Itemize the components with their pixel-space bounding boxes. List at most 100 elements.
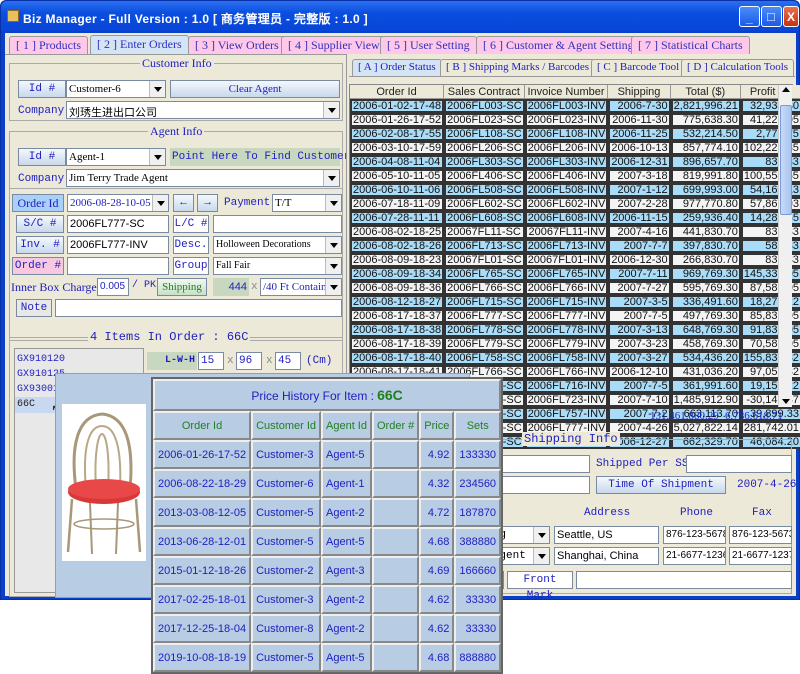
tab-customer-agent-setting[interactable]: [ 6 ] Customer & Agent Setting xyxy=(476,36,641,54)
table-row[interactable]: 2006-07-18-11-09 2006FL602-SC 2006FL602-IN… xyxy=(350,197,800,211)
prev-order-button[interactable]: ← xyxy=(173,194,194,212)
tab-products[interactable]: [ 1 ] Products xyxy=(9,36,88,54)
tab-statistical-charts[interactable]: [ 7 ] Statistical Charts xyxy=(631,36,750,54)
table-cell: 2006FL108-SC xyxy=(444,127,525,141)
table-row[interactable]: 2006-08-17-18-39 2006FL779-SC 2006FL779-IN… xyxy=(350,337,800,351)
payment-label: Payment xyxy=(224,197,271,209)
shipper-phone-input[interactable]: 876-123-5678 xyxy=(663,526,726,544)
tab-barcode-tool[interactable]: [ C ] Barcode Tool xyxy=(591,59,686,76)
list-item[interactable]: GX910120 xyxy=(17,354,65,365)
customer-id-button[interactable]: Id # xyxy=(18,80,66,98)
column-header[interactable]: Sales Contract xyxy=(444,85,525,99)
table-cell: 2006-12-31 xyxy=(608,155,671,169)
table-cell: 2006FL713-SC xyxy=(444,239,525,253)
note-input[interactable] xyxy=(55,299,342,317)
column-header[interactable]: Total ($) xyxy=(670,85,741,99)
agent-info-legend: Agent Info xyxy=(148,124,205,139)
agent-id-button[interactable]: Id # xyxy=(18,148,66,166)
scroll-up-icon[interactable] xyxy=(782,87,790,92)
minimize-button[interactable]: _ xyxy=(739,6,760,27)
column-header[interactable]: Shipping xyxy=(608,85,671,99)
table-row[interactable]: 2006-03-10-17-59 2006FL206-SC 2006FL206-IN… xyxy=(350,141,800,155)
agent-id-select[interactable]: Agent-1 xyxy=(66,148,166,166)
table-cell: 2006FL766-INV xyxy=(524,365,609,379)
tab-supplier-view[interactable]: [ 4 ] Supplier View xyxy=(281,36,387,54)
table-cell: 2006-01-26-17-52 xyxy=(350,113,445,127)
agent-address-input[interactable]: Shanghai, China xyxy=(554,547,659,565)
note-button[interactable]: Note xyxy=(16,299,52,317)
table-row[interactable]: 2006-02-08-17-55 2006FL108-SC 2006FL108-IN… xyxy=(350,127,800,141)
table-row[interactable]: 2006-08-09-18-34 2006FL765-SC 2006FL765-IN… xyxy=(350,267,800,281)
tab-order-status[interactable]: [ A ] Order Status xyxy=(352,59,442,76)
time-of-shipment-button[interactable]: Time Of Shipment xyxy=(596,476,726,494)
fax-header: Fax xyxy=(752,507,772,519)
agent-phone-input[interactable]: 21-6677-1236 xyxy=(663,547,726,565)
group-select[interactable]: Fall Fair xyxy=(213,257,342,275)
order-id-button[interactable]: Order Id xyxy=(12,194,64,212)
list-item[interactable]: GX93001 xyxy=(17,384,59,395)
tab-view-orders[interactable]: [ 3 ] View Orders xyxy=(188,36,286,54)
lc-input[interactable] xyxy=(213,215,342,233)
sc-input[interactable]: 2006FL777-SC xyxy=(67,215,169,233)
inner-box-charge-label: Inner Box Charge xyxy=(11,280,97,294)
maximize-button[interactable]: □ xyxy=(761,6,782,27)
scrollbar-thumb[interactable] xyxy=(780,105,792,215)
table-cell: 2006FL779-INV xyxy=(524,337,609,351)
front-mark-input[interactable] xyxy=(576,571,792,589)
tab-enter-orders[interactable]: [ 2 ] Enter Orders xyxy=(90,35,189,55)
tab-shipping-marks[interactable]: [ B ] Shipping Marks / Barcodes xyxy=(440,59,595,76)
table-row[interactable]: 2006-08-17-18-38 2006FL778-SC 2006FL778-IN… xyxy=(350,323,800,337)
agent-company-select[interactable]: Jim Terry Trade Agent xyxy=(66,169,340,187)
shipper-address-input[interactable]: Seattle, US xyxy=(554,526,659,544)
agent-fax-input[interactable]: 21-6677-1237 xyxy=(729,547,792,565)
table-row[interactable]: 2006-08-02-18-25 20067FL11-SC 20067FL11-IN… xyxy=(350,225,800,239)
height-input[interactable]: 45 xyxy=(275,352,301,370)
table-row[interactable]: 2006-04-08-11-04 2006FL303-SC 2006FL303-IN… xyxy=(350,155,800,169)
invoice-input[interactable]: 2006FL777-INV xyxy=(67,236,169,254)
table-cell: 2006FL713-INV xyxy=(524,239,609,253)
table-cell: 2006FL108-INV xyxy=(524,127,609,141)
find-customer-hint[interactable]: Point Here To Find Customer xyxy=(170,148,350,166)
clear-agent-button[interactable]: Clear Agent xyxy=(170,80,340,98)
desc-select[interactable]: Holloween Decorations xyxy=(213,236,342,254)
tab-user-setting[interactable]: [ 5 ] User Setting xyxy=(380,36,477,54)
table-row[interactable]: 2006-08-17-18-40 2006FL758-SC 2006FL758-IN… xyxy=(350,351,800,365)
next-order-button[interactable]: → xyxy=(197,194,218,212)
order-number-input[interactable] xyxy=(67,257,169,275)
group-button[interactable]: Group xyxy=(173,257,209,275)
sc-button[interactable]: S/C # xyxy=(16,215,64,233)
column-header[interactable]: Invoice Number xyxy=(524,85,609,99)
table-row[interactable]: 2006-06-10-11-06 2006FL508-SC 2006FL508-IN… xyxy=(350,183,800,197)
shipped-per-ss-input[interactable] xyxy=(686,455,792,473)
customer-id-select[interactable]: Customer-6 xyxy=(66,80,166,98)
close-button[interactable]: X xyxy=(783,6,799,27)
shipping-button[interactable]: Shipping xyxy=(157,278,207,296)
scroll-down-icon[interactable] xyxy=(782,399,790,404)
desc-button[interactable]: Desc. xyxy=(173,236,209,254)
table-row[interactable]: 2006-08-09-18-23 20067FL01-SC 20067FL01-IN… xyxy=(350,253,800,267)
table-row[interactable]: 2006-07-28-11-11 2006FL608-SC 2006FL608-IN… xyxy=(350,211,800,225)
table-row[interactable]: 2006-01-02-17-48 2006FL003-SC 2006FL003-IN… xyxy=(350,99,800,113)
container-select[interactable]: /40 Ft Container xyxy=(260,278,342,296)
invoice-button[interactable]: Inv. # xyxy=(16,236,64,254)
length-input[interactable]: 15 xyxy=(198,352,224,370)
order-number-button[interactable]: Order # xyxy=(12,257,64,275)
front-mark-button[interactable]: Front Mark xyxy=(507,571,573,602)
table-scrollbar[interactable] xyxy=(778,85,792,407)
width-input[interactable]: 96 xyxy=(236,352,262,370)
payment-select[interactable]: T/T xyxy=(272,194,342,212)
table-row[interactable]: 2006-05-10-11-05 2006FL406-SC 2006FL406-IN… xyxy=(350,169,800,183)
column-header[interactable]: Order Id xyxy=(350,85,445,99)
lc-button[interactable]: L/C # xyxy=(173,215,209,233)
inner-box-charge-input[interactable]: 0.005 xyxy=(97,278,129,296)
table-row[interactable]: 2006-01-26-17-52 2006FL023-SC 2006FL023-IN… xyxy=(350,113,800,127)
shipper-fax-input[interactable]: 876-123-5673 xyxy=(729,526,792,544)
order-id-select[interactable]: 2006-08-28-10-05 xyxy=(67,194,169,212)
table-row[interactable]: 2006-08-17-18-37 2006FL777-SC 2006FL777-IN… xyxy=(350,309,800,323)
table-row[interactable]: 2006-08-09-18-36 2006FL766-SC 2006FL766-IN… xyxy=(350,281,800,295)
table-row[interactable]: 2006-08-12-18-27 2006FL715-SC 2006FL715-IN… xyxy=(350,295,800,309)
tab-calculation-tools[interactable]: [ D ] Calculation Tools xyxy=(681,59,795,76)
customer-company-select[interactable]: 刘琇生进出口公司 xyxy=(66,101,340,119)
table-row[interactable]: 2006-08-02-18-26 2006FL713-SC 2006FL713-IN… xyxy=(350,239,800,253)
title-bar[interactable]: Biz Manager - Full Version : 1.0 [ 商务管理员… xyxy=(1,1,799,31)
